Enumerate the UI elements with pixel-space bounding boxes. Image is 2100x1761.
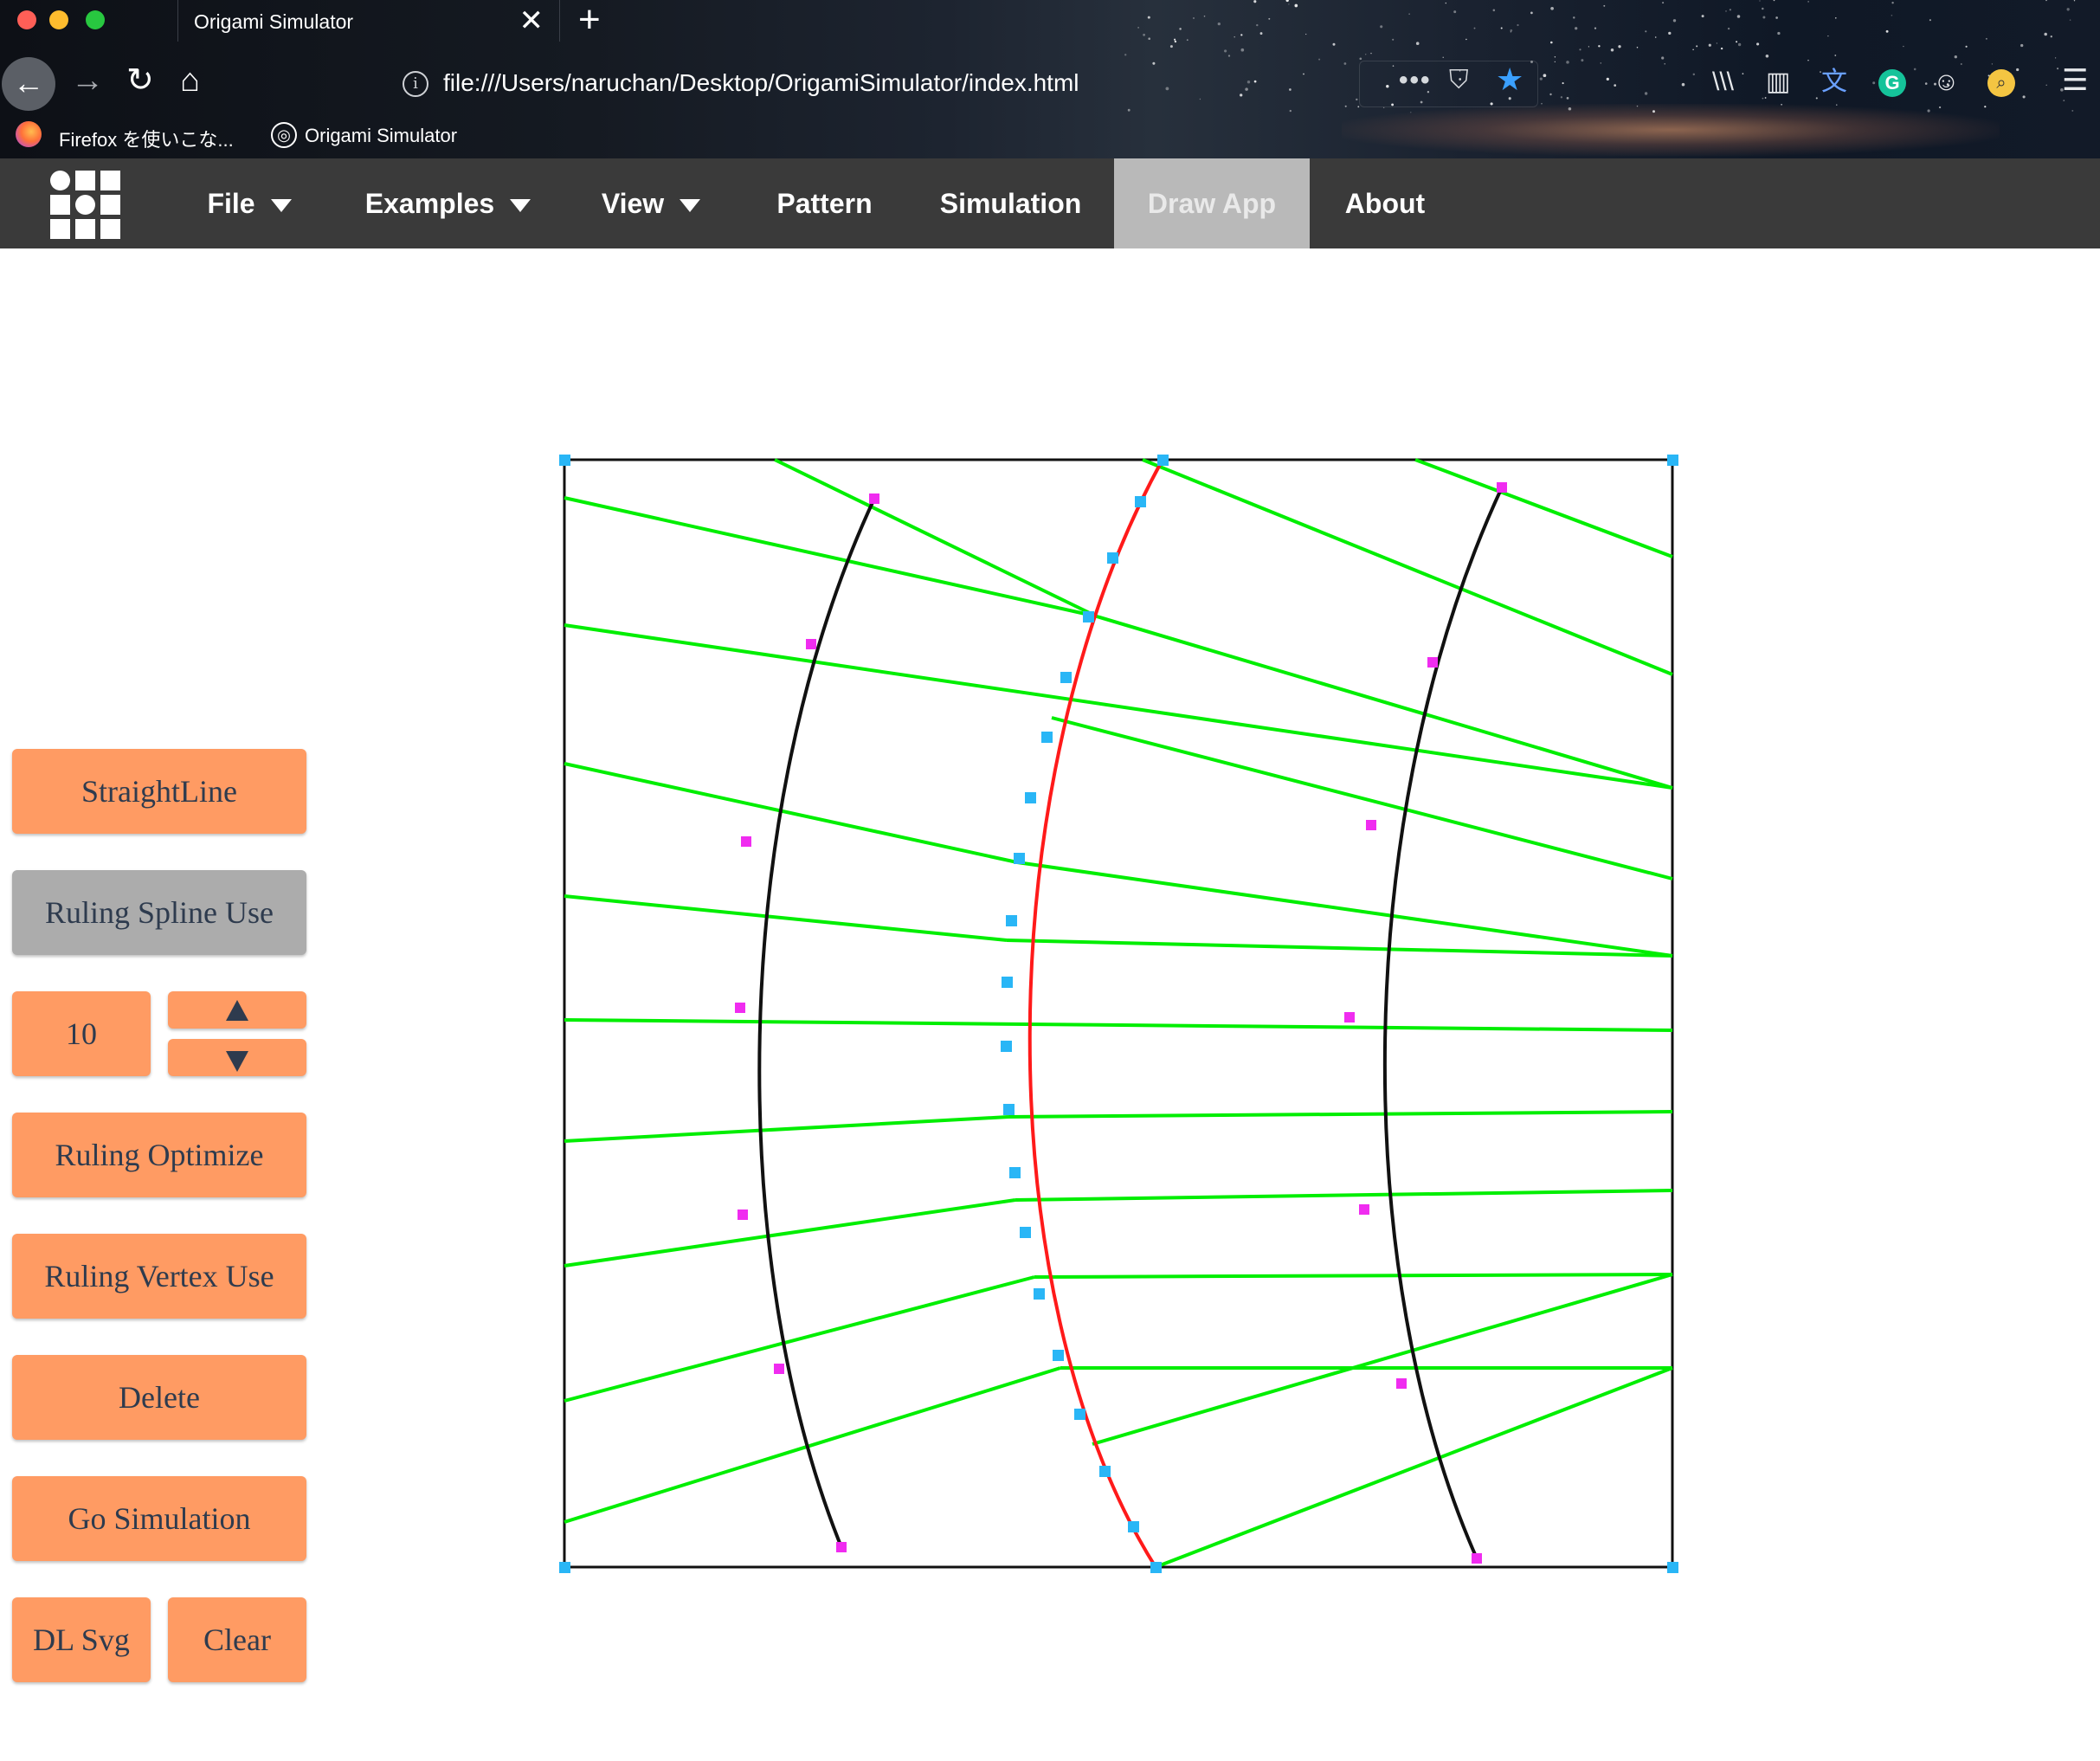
ruling-line	[1155, 1366, 1673, 1569]
control-point	[1366, 820, 1376, 830]
ruling-line	[774, 458, 1098, 618]
vertex-point	[559, 1562, 570, 1573]
vertex-point	[1025, 792, 1036, 803]
crease-curve	[1027, 459, 1164, 1569]
paper-border	[563, 458, 1674, 1569]
control-point	[741, 836, 751, 847]
vertex-point	[1135, 496, 1146, 507]
vertex-point	[1157, 455, 1169, 466]
vertex-point	[559, 455, 570, 466]
vertex-point	[1034, 1288, 1045, 1300]
control-point	[1359, 1204, 1369, 1215]
control-point	[1344, 1012, 1355, 1022]
control-point	[774, 1364, 784, 1374]
vertex-point	[1074, 1409, 1085, 1420]
vertex-point	[1003, 1104, 1015, 1115]
control-point	[1396, 1378, 1407, 1389]
vertex-point	[1083, 611, 1094, 622]
vertex-point	[1009, 1167, 1021, 1178]
right-curve	[1382, 487, 1504, 1559]
ruling-line	[564, 1115, 1009, 1143]
ruling-line	[564, 1198, 1016, 1268]
vertex-point	[1107, 552, 1118, 564]
control-point	[869, 493, 879, 504]
ruling-line	[564, 1366, 1061, 1524]
drawing-canvas[interactable]	[0, 0, 2100, 1761]
vertex-point	[1020, 1227, 1031, 1238]
vertex-point	[1150, 1562, 1162, 1573]
control-point	[1427, 657, 1438, 668]
vertex-point	[1002, 977, 1013, 988]
vertex-point	[1128, 1521, 1139, 1532]
control-point	[735, 1003, 745, 1013]
vertex-point	[1006, 915, 1017, 926]
vertex-point	[1099, 1466, 1111, 1477]
ruling-line	[1096, 615, 1673, 790]
vertex-point	[1053, 1350, 1064, 1361]
ruling-line	[564, 1018, 1673, 1032]
ruling-line	[1008, 1110, 1673, 1119]
ruling-line	[1142, 458, 1673, 676]
vertex-point	[1014, 853, 1025, 864]
ruling-line	[1414, 458, 1673, 558]
vertex-point	[1041, 732, 1053, 743]
control-point	[1472, 1553, 1482, 1564]
vertex-point	[1667, 455, 1678, 466]
ruling-line	[564, 623, 1673, 790]
ruling-line	[1092, 1273, 1673, 1446]
ruling-line	[564, 496, 1098, 618]
vertex-point	[1001, 1041, 1012, 1052]
control-point	[836, 1542, 847, 1552]
vertex-point	[1060, 672, 1072, 683]
control-point	[806, 639, 816, 649]
control-point	[738, 1209, 748, 1220]
ruling-line	[564, 894, 1008, 942]
ruling-line	[564, 762, 1018, 864]
vertex-point	[1667, 1562, 1678, 1573]
control-point	[1497, 482, 1507, 493]
ruling-line	[1034, 1273, 1673, 1279]
ruling-line	[564, 1275, 1035, 1403]
ruling-line	[1015, 1189, 1673, 1202]
